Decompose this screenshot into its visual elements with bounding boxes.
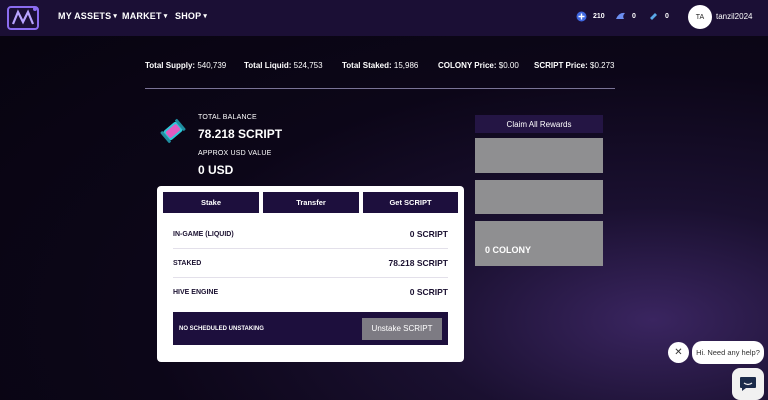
logo-icon[interactable] [6,4,40,32]
reward-box-1 [475,138,603,173]
row-hive-engine: HIVE ENGINE 0 SCRIPT [173,278,448,306]
nav-market-label: MARKET [122,11,162,21]
close-icon: ✕ [674,347,683,358]
stat-colony-price-label: COLONY Price: [438,61,497,70]
counter-plus-coin[interactable]: 210 [576,11,605,22]
stat-total-staked: Total Staked: 15,986 [342,61,418,70]
chevron-down-icon: ▾ [113,13,118,20]
counter-ticket[interactable]: 0 [648,11,669,22]
counter-wing[interactable]: 0 [615,11,636,22]
nav-shop-label: SHOP [175,11,202,21]
staking-panel: Stake Transfer Get SCRIPT IN-GAME (LIQUI… [157,186,464,362]
tab-transfer[interactable]: Transfer [263,192,359,213]
nav-market[interactable]: MARKET ▾ [122,11,167,21]
tab-get-script[interactable]: Get SCRIPT [363,192,458,213]
row-in-game-liquid-label: IN-GAME (LIQUID) [173,230,234,238]
counter-plus-coin-value: 210 [593,13,605,20]
reward-box-2 [475,180,603,214]
stat-total-staked-value: 15,986 [393,61,419,70]
colony-reward-value: 0 COLONY [485,245,532,255]
nav-my-assets[interactable]: MY ASSETS ▾ [58,11,117,21]
stat-colony-price: COLONY Price: $0.00 [438,61,519,70]
stat-total-liquid-value: 524,753 [293,61,323,70]
total-balance-label: TOTAL BALANCE [198,114,257,121]
row-staked-value: 78.218 SCRIPT [388,258,448,268]
total-balance-value: 78.218 SCRIPT [198,127,283,141]
plus-coin-icon [576,11,587,22]
stat-script-price-value: $0.273 [590,61,615,70]
stat-total-staked-label: Total Staked: [342,61,392,70]
script-token-icon [160,118,186,144]
claim-all-rewards-button[interactable]: Claim All Rewards [475,115,603,133]
avatar[interactable]: TA [688,5,712,29]
stat-colony-price-value: $0.00 [498,61,519,70]
stats-divider [145,88,615,89]
chat-launcher-button[interactable] [732,368,764,400]
chat-icon [740,377,756,391]
usd-value: 0 USD [198,163,234,177]
stat-total-supply: Total Supply: 540,739 [145,61,226,70]
row-in-game-liquid: IN-GAME (LIQUID) 0 SCRIPT [173,220,448,249]
username[interactable]: tanzil2024 [716,12,752,21]
nav-my-assets-label: MY ASSETS [58,11,112,21]
row-hive-engine-label: HIVE ENGINE [173,288,219,296]
counter-wing-value: 0 [632,13,636,20]
chevron-down-icon: ▾ [203,13,208,20]
counter-ticket-value: 0 [665,13,669,20]
unstaking-box: NO SCHEDULED UNSTAKING Unstake SCRIPT [173,312,448,345]
top-nav: MY ASSETS ▾ MARKET ▾ SHOP ▾ 210 0 0 TA t… [0,0,768,36]
stat-total-liquid: Total Liquid: 524,753 [244,61,323,70]
tab-stake[interactable]: Stake [163,192,259,213]
chevron-down-icon: ▾ [163,13,168,20]
reward-box-colony [475,221,603,266]
stat-total-supply-value: 540,739 [197,61,227,70]
stat-script-price: SCRIPT Price: $0.273 [534,61,615,70]
stat-total-liquid-label: Total Liquid: [244,61,292,70]
chat-close-button[interactable]: ✕ [668,342,689,363]
stat-script-price-label: SCRIPT Price: [534,61,588,70]
row-in-game-liquid-value: 0 SCRIPT [409,229,448,239]
row-hive-engine-value: 0 SCRIPT [409,287,448,297]
nav-shop[interactable]: SHOP ▾ [175,11,207,21]
wing-icon [616,12,625,19]
ticket-icon [650,13,657,20]
row-staked: STAKED 78.218 SCRIPT [173,249,448,278]
unstake-script-button[interactable]: Unstake SCRIPT [362,317,442,340]
stat-total-supply-label: Total Supply: [145,61,196,70]
usd-value-label: APPROX USD VALUE [198,150,272,157]
row-staked-label: STAKED [173,259,202,267]
chat-bubble[interactable]: Hi. Need any help? [692,341,764,364]
unstaking-status: NO SCHEDULED UNSTAKING [179,325,264,332]
